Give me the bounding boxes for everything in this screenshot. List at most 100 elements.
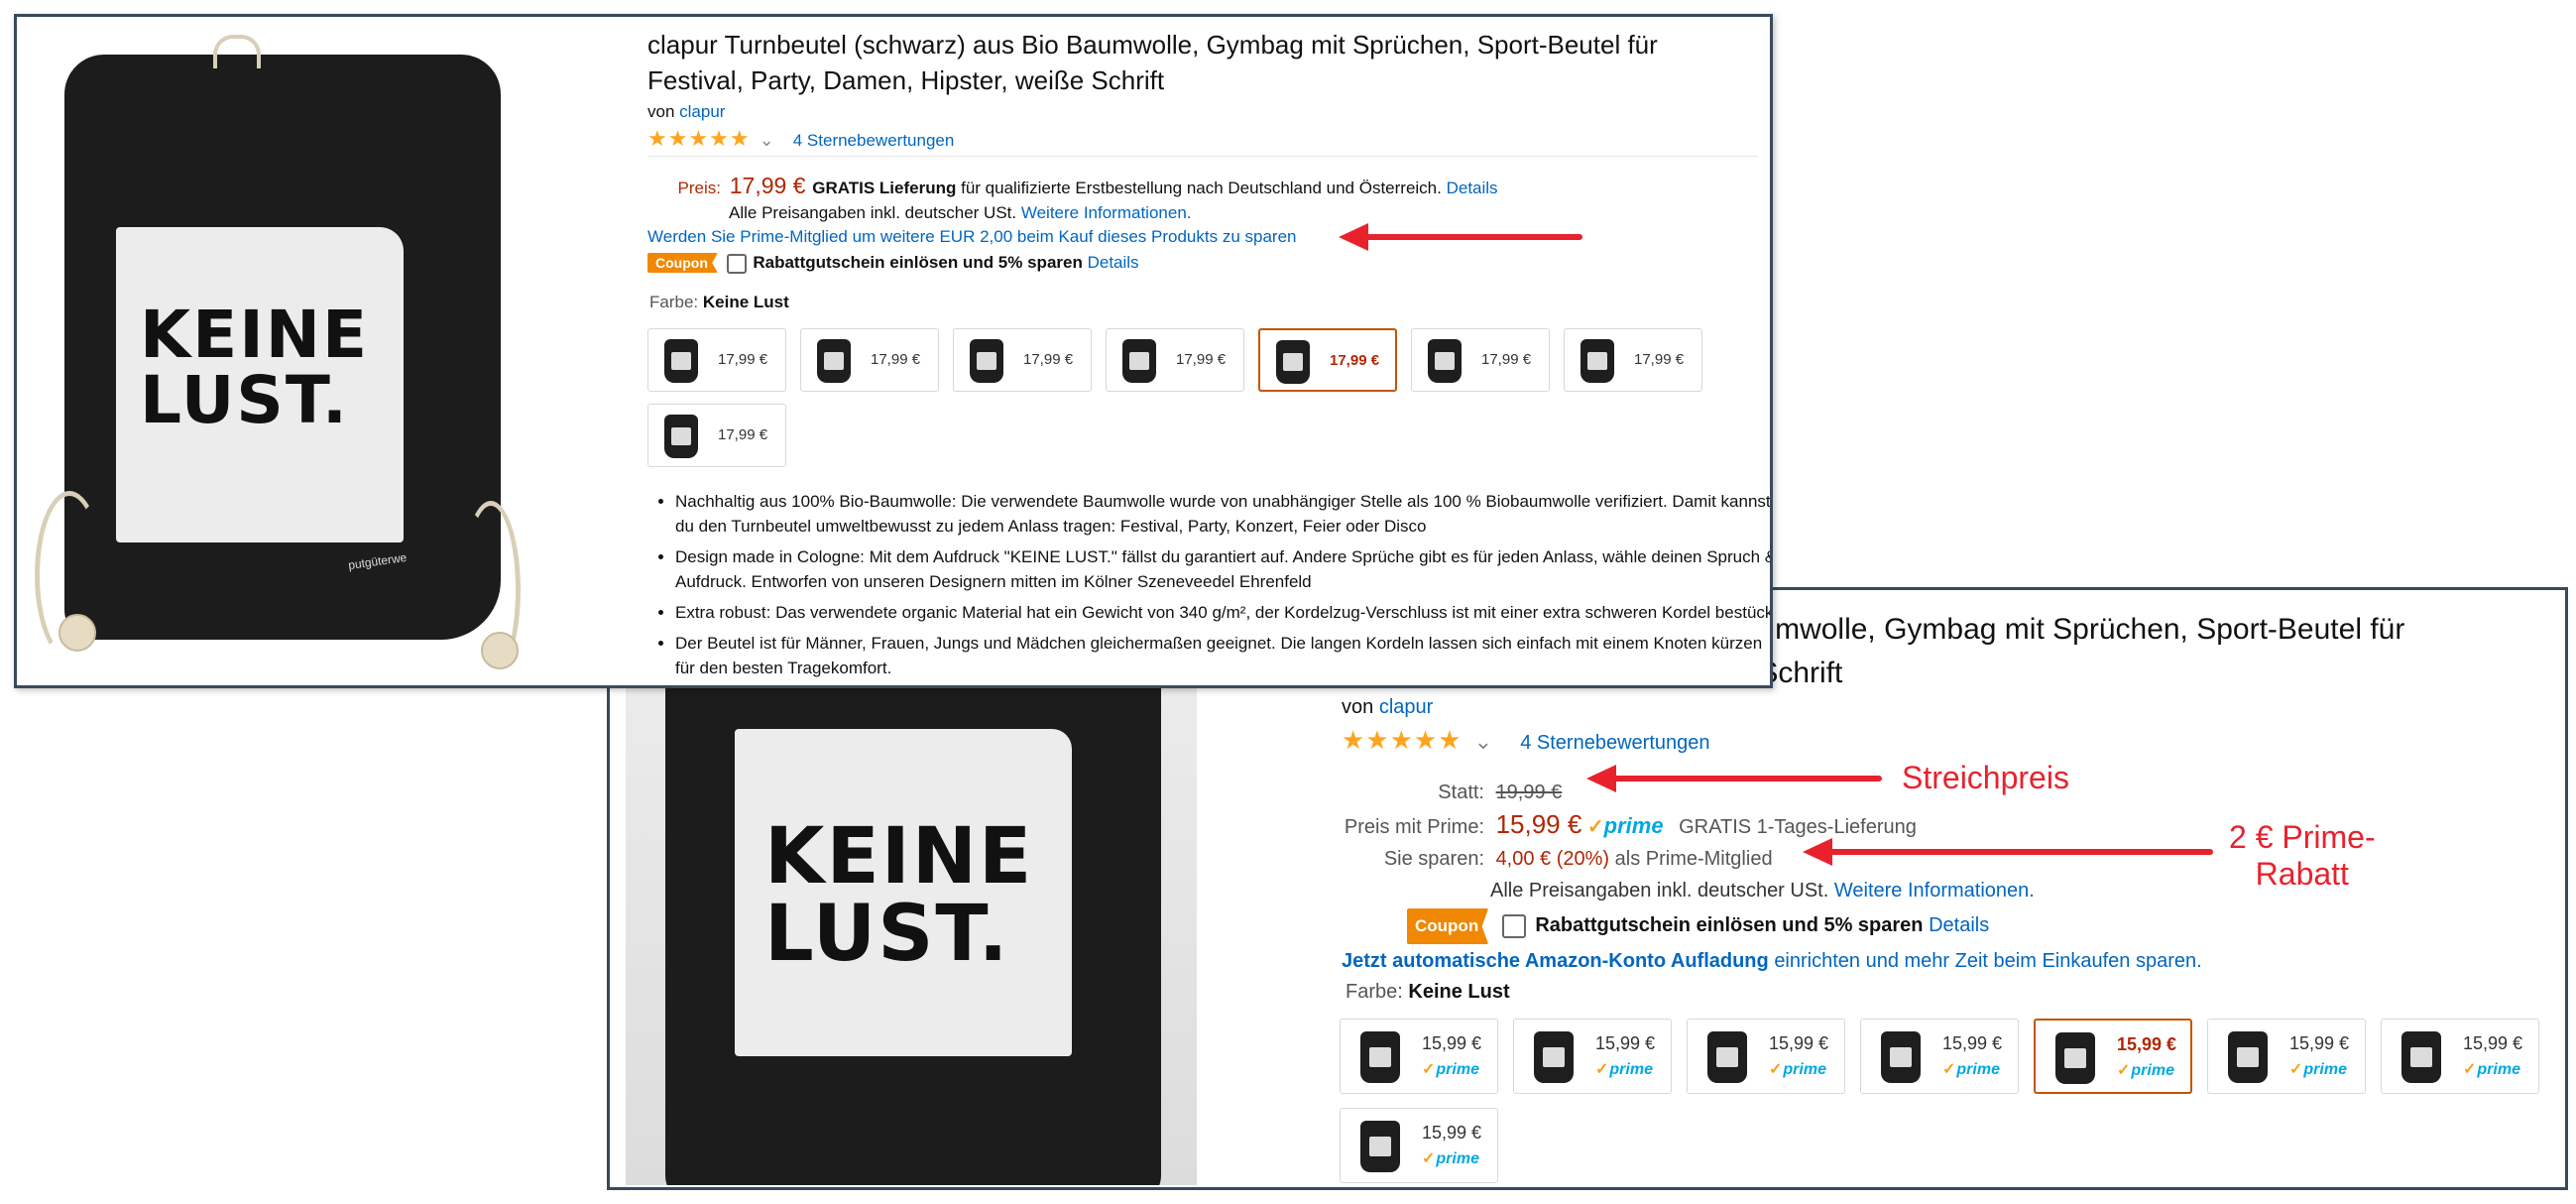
price-row: Preis: 17,99 € GRATIS Lieferung für qual… (671, 174, 1498, 200)
swatch-thumbnail (817, 339, 851, 383)
chevron-down-icon[interactable]: ⌄ (760, 130, 774, 150)
standard-product-screenshot: KEINE LUST. putgüterwe clapur Turnbeutel… (14, 14, 1773, 688)
swatch-prime-badge: prime (1595, 1059, 1653, 1079)
reload-link[interactable]: Jetzt automatische Amazon-Konto Aufladun… (1342, 950, 1769, 972)
feature-bullet: Design made in Cologne: Mit dem Aufdruck… (675, 544, 1770, 594)
color-row: Farbe: Keine Lust (649, 293, 789, 312)
color-swatch[interactable]: 17,99 € (1564, 328, 1702, 392)
color-label: Farbe: (649, 293, 699, 311)
savings-value: 4,00 € (20%) (1495, 848, 1610, 870)
swatch-prime-badge: prime (1769, 1059, 1826, 1079)
swatch-thumbnail (2228, 1031, 2268, 1083)
prime-promo-link[interactable]: Werden Sie Prime-Mitglied um weitere EUR… (647, 227, 1296, 247)
color-swatch[interactable]: 17,99 € (800, 328, 939, 392)
savings-suffix: als Prime-Mitglied (1614, 848, 1773, 870)
prime-delivery: GRATIS 1-Tages-Lieferung (1679, 816, 1917, 838)
reload-rest[interactable]: einrichten und mehr Zeit beim Einkaufen … (1774, 950, 2201, 972)
color-swatch[interactable]: 17,99 € (647, 404, 786, 467)
more-info-link[interactable]: Weitere Informationen. (1834, 880, 2035, 902)
swatch-thumbnail (970, 339, 1003, 383)
swatch-prime-badge: prime (1422, 1059, 1479, 1079)
coupon-checkbox[interactable] (726, 253, 747, 274)
arrow-head-icon (1586, 765, 1616, 792)
vat-row: Alle Preisangaben inkl. deutscher USt. W… (729, 200, 1498, 225)
byline: von clapur (647, 102, 725, 122)
color-swatch[interactable]: 15,99 € prime (2207, 1019, 2366, 1094)
shipping-details-link[interactable]: Details (1447, 179, 1498, 197)
color-swatch[interactable]: 15,99 € prime (1513, 1019, 1672, 1094)
color-swatch[interactable]: 17,99 € (1258, 328, 1397, 392)
color-swatch[interactable]: 17,99 € (1106, 328, 1244, 392)
vat-note: Alle Preisangaben inkl. deutscher USt. (1490, 880, 1829, 902)
product-title-line2: weiße Schrift (1671, 657, 1843, 689)
feature-bullet: Der Beutel ist für Männer, Frauen, Jungs… (675, 631, 1770, 680)
coupon-checkbox[interactable] (1501, 913, 1526, 938)
swatch-price: 17,99 € (1634, 351, 1685, 368)
color-value: Keine Lust (702, 293, 789, 311)
vat-note: Alle Preisangaben inkl. deutscher USt. (729, 203, 1017, 222)
more-info-link[interactable]: Weitere Informationen. (1021, 203, 1192, 222)
swatch-price: 15,99 € (1595, 1033, 1656, 1053)
byline-prefix: von (1342, 696, 1374, 718)
price-block: Statt: 19,99 € Preis mit Prime: 15,99 € … (1342, 777, 2035, 944)
product-image[interactable]: KEINE LUST. putgüterwe (25, 25, 538, 681)
swatch-price: 15,99 € (2463, 1033, 2523, 1053)
coupon-row: Coupon Rabattgutschein einlösen und 5% s… (647, 253, 1139, 274)
coupon-row: Coupon Rabattgutschein einlösen und 5% s… (1407, 908, 2035, 944)
color-swatch[interactable]: 15,99 € prime (2381, 1019, 2539, 1094)
swatch-price: 17,99 € (1481, 351, 1532, 368)
swatch-thumbnail (1534, 1031, 1574, 1083)
left-knot (59, 614, 96, 652)
color-label: Farbe: (1346, 981, 1403, 1003)
swatch-thumbnail (1581, 339, 1614, 383)
swatch-price: 15,99 € (2289, 1033, 2350, 1053)
cord-top-left (213, 35, 261, 68)
rating-count-link[interactable]: 4 Sternebewertungen (1520, 732, 1709, 754)
swatch-thumbnail (1122, 339, 1156, 383)
brand-link[interactable]: clapur (679, 102, 725, 121)
swatch-prime-badge: prime (2463, 1059, 2520, 1079)
color-swatch[interactable]: 17,99 € (647, 328, 786, 392)
swatch-thumbnail (1428, 339, 1462, 383)
price-label: Preis: (677, 179, 721, 197)
color-swatch[interactable]: 17,99 € (1411, 328, 1550, 392)
price-block: Preis: 17,99 € GRATIS Lieferung für qual… (671, 174, 1498, 225)
color-swatch[interactable]: 15,99 € prime (1687, 1019, 1845, 1094)
arrow-head-icon (1339, 223, 1368, 251)
color-swatch[interactable]: 15,99 € prime (1340, 1019, 1498, 1094)
color-swatch[interactable]: 15,99 € prime (1340, 1108, 1498, 1183)
feature-bullets: Nachhaltig aus 100% Bio-Baumwolle: Die v… (651, 489, 1770, 685)
swatch-prime-badge: prime (2117, 1060, 2174, 1080)
list-price-label: Statt: (1438, 782, 1484, 803)
star-rating-icon[interactable]: ★★★★★ (1342, 725, 1463, 755)
feature-bullet: Extra robust: Das verwendete organic Mat… (675, 600, 1770, 625)
swatch-thumbnail (1276, 340, 1310, 384)
chevron-down-icon[interactable]: ⌄ (1474, 729, 1492, 754)
coupon-details-link[interactable]: Details (1929, 914, 1989, 936)
star-rating-icon[interactable]: ★★★★★ (647, 126, 751, 151)
swatch-thumbnail (2401, 1031, 2441, 1083)
rating-count-link[interactable]: 4 Sternebewertungen (793, 131, 955, 150)
swatch-thumbnail (664, 415, 698, 458)
swatch-price: 15,99 € (1422, 1123, 1482, 1143)
product-title-line1: clapur Turnbeutel (schwarz) aus Bio Baum… (647, 30, 1658, 60)
swatch-price: 17,99 € (1330, 352, 1380, 369)
swatch-price: 15,99 € (2117, 1034, 2177, 1054)
swatch-thumbnail (1360, 1121, 1400, 1172)
shipping-rest: für qualifizierte Erstbestellung nach De… (961, 179, 1442, 197)
swatch-price: 15,99 € (1769, 1033, 1829, 1053)
prime-logo: prime (1603, 813, 1664, 838)
swatch-price: 17,99 € (1023, 351, 1074, 368)
prime-price-row: Preis mit Prime: 15,99 € ✓prime GRATIS 1… (1342, 808, 2035, 843)
color-swatch[interactable]: 17,99 € (953, 328, 1092, 392)
coupon-details-link[interactable]: Details (1088, 253, 1139, 272)
feature-bullet: Nachhaltig aus 100% Bio-Baumwolle: Die v… (675, 489, 1770, 539)
right-knot (481, 632, 519, 669)
brand-link[interactable]: clapur (1379, 696, 1433, 718)
rating-row: ★★★★★ ⌄ 4 Sternebewertungen (1342, 725, 1709, 756)
color-swatch[interactable]: 15,99 € prime (1860, 1019, 2019, 1094)
swatch-price: 17,99 € (1176, 351, 1227, 368)
product-title: Bio Baumwolle, Gymbag mit Sprüchen, Spor… (1671, 608, 2563, 695)
bag-print-text: KEINE LUST. (764, 812, 1034, 979)
color-swatch[interactable]: 15,99 € prime (2034, 1019, 2192, 1094)
